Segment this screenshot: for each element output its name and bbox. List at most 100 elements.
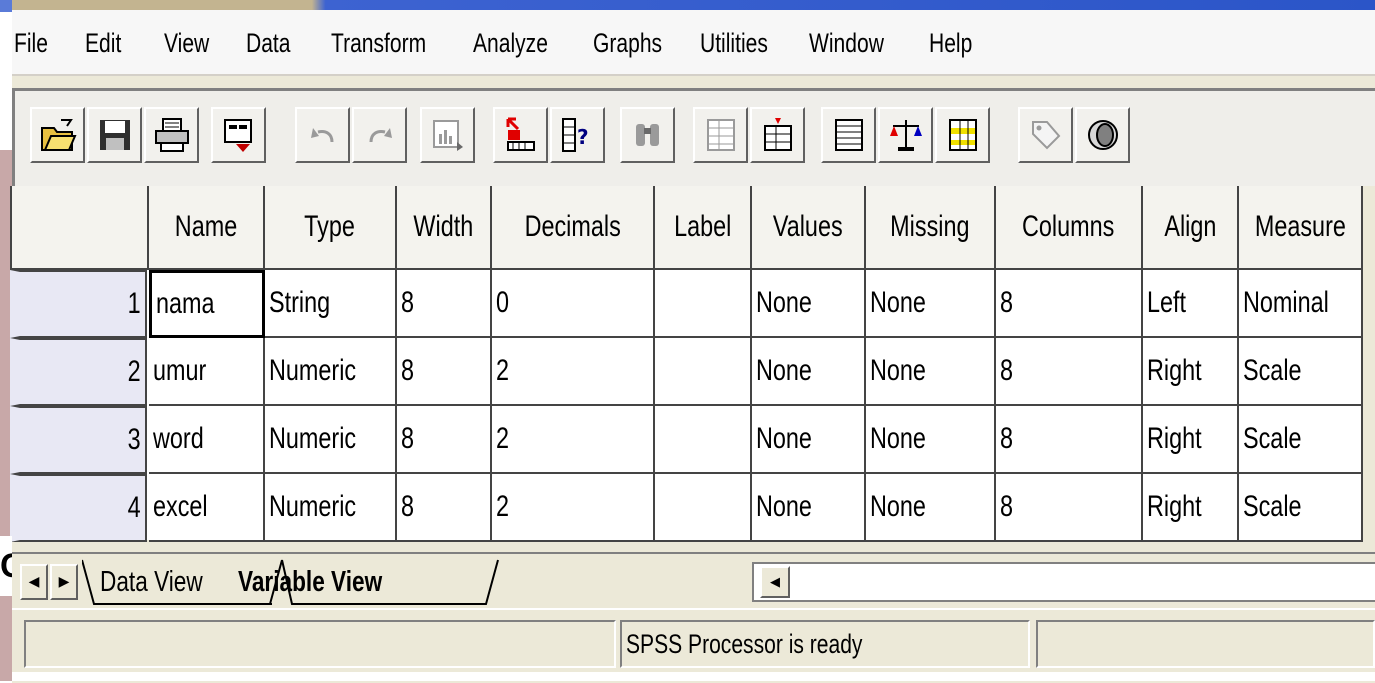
find-button[interactable]	[620, 107, 675, 163]
cell-decimals[interactable]: 0	[492, 270, 655, 338]
cell-missing[interactable]: None	[866, 406, 996, 474]
menu-graphs[interactable]: Graphs	[593, 28, 662, 59]
column-header-missing[interactable]: Missing	[866, 186, 996, 270]
column-header-measure[interactable]: Measure	[1239, 186, 1363, 270]
cell-width[interactable]: 8	[397, 338, 492, 406]
tab-data-view[interactable]: Data View	[100, 558, 232, 606]
cell-measure[interactable]: Scale	[1239, 474, 1363, 542]
column-header-values[interactable]: Values	[752, 186, 866, 270]
column-header-decimals[interactable]: Decimals	[492, 186, 655, 270]
cell-label[interactable]	[655, 406, 752, 474]
save-button[interactable]	[87, 107, 142, 163]
cell-missing[interactable]: None	[866, 270, 996, 338]
tab-variable-view[interactable]: Variable View	[238, 558, 423, 606]
cell-label[interactable]	[655, 270, 752, 338]
select-cases-button[interactable]	[935, 107, 990, 163]
cell-align[interactable]: Right	[1143, 474, 1239, 542]
cell-value: Right	[1147, 490, 1202, 523]
cell-align[interactable]: Right	[1143, 406, 1239, 474]
triangle-left-icon: ◀	[28, 574, 40, 590]
menu-window[interactable]: Window	[809, 28, 884, 59]
print-button[interactable]	[144, 107, 199, 163]
cell-decimals[interactable]: 2	[492, 406, 655, 474]
cell-measure[interactable]: Scale	[1239, 338, 1363, 406]
row-number: 4	[127, 491, 141, 524]
menu-data[interactable]: Data	[246, 28, 290, 59]
undo-button[interactable]	[295, 107, 350, 163]
cell-type[interactable]: Numeric	[265, 406, 397, 474]
weight-cases-button[interactable]	[878, 107, 933, 163]
tab-scroll-left-button[interactable]: ◀	[20, 564, 48, 600]
column-header-label: Measure	[1254, 210, 1346, 243]
split-file-icon	[834, 119, 863, 151]
scroll-left-button[interactable]: ◀	[760, 566, 790, 598]
cell-value: nama	[156, 287, 215, 320]
cell-align[interactable]: Right	[1143, 338, 1239, 406]
cell-width[interactable]: 8	[397, 474, 492, 542]
menu-file[interactable]: File	[14, 28, 48, 59]
horizontal-scrollbar[interactable]: ◀	[752, 562, 1375, 602]
menu-utilities[interactable]: Utilities	[700, 28, 768, 59]
cell-name[interactable]: nama	[149, 270, 265, 338]
row-header[interactable]: 2	[10, 338, 147, 406]
cell-missing[interactable]: None	[866, 474, 996, 542]
cell-value: Numeric	[269, 354, 357, 387]
cell-measure[interactable]: Nominal	[1239, 270, 1363, 338]
value-labels-button[interactable]	[1018, 107, 1073, 163]
insert-case-button[interactable]	[693, 107, 748, 163]
cell-name[interactable]: umur	[149, 338, 265, 406]
cell-values[interactable]: None	[752, 270, 866, 338]
cell-type[interactable]: Numeric	[265, 474, 397, 542]
column-header-type[interactable]: Type	[265, 186, 397, 270]
insert-variable-button[interactable]	[750, 107, 805, 163]
column-header-name[interactable]: Name	[149, 186, 265, 270]
cell-decimals[interactable]: 2	[492, 338, 655, 406]
column-header-width[interactable]: Width	[397, 186, 492, 270]
goto-chart-button[interactable]	[420, 107, 475, 163]
use-sets-icon	[1087, 120, 1118, 150]
cell-type[interactable]: String	[265, 270, 397, 338]
cell-values[interactable]: None	[752, 474, 866, 542]
cell-label[interactable]	[655, 338, 752, 406]
cell-measure[interactable]: Scale	[1239, 406, 1363, 474]
menu-help[interactable]: Help	[929, 28, 972, 59]
cell-decimals[interactable]: 2	[492, 474, 655, 542]
cell-type[interactable]: Numeric	[265, 338, 397, 406]
cell-columns[interactable]: 8	[996, 338, 1143, 406]
cell-missing[interactable]: None	[866, 338, 996, 406]
column-header-label: Label	[673, 210, 732, 243]
column-header-label[interactable]: Label	[655, 186, 752, 270]
open-button[interactable]	[30, 107, 85, 163]
cell-width[interactable]: 8	[397, 270, 492, 338]
cell-columns[interactable]: 8	[996, 270, 1143, 338]
row-header[interactable]: 1	[10, 270, 147, 338]
menu-view[interactable]: View	[164, 28, 209, 59]
cell-values[interactable]: None	[752, 406, 866, 474]
split-file-button[interactable]	[821, 107, 876, 163]
row-header[interactable]: 3	[10, 406, 147, 474]
save-disk-icon	[99, 120, 130, 150]
column-header-columns[interactable]: Columns	[996, 186, 1143, 270]
cell-label[interactable]	[655, 474, 752, 542]
cell-name[interactable]: word	[149, 406, 265, 474]
cell-values[interactable]: None	[752, 338, 866, 406]
tab-scroll-right-button[interactable]: ▶	[50, 564, 78, 600]
cell-columns[interactable]: 8	[996, 474, 1143, 542]
dialog-recall-button[interactable]	[211, 107, 266, 163]
triangle-right-icon: ▶	[58, 574, 70, 590]
menu-edit[interactable]: Edit	[85, 28, 121, 59]
cell-width[interactable]: 8	[397, 406, 492, 474]
menu-transform[interactable]: Transform	[331, 28, 426, 59]
goto-case-button[interactable]	[493, 107, 548, 163]
menu-analyze[interactable]: Analyze	[473, 28, 548, 59]
column-header-align[interactable]: Align	[1143, 186, 1239, 270]
row-header[interactable]: 4	[10, 474, 147, 542]
grid-corner[interactable]	[10, 186, 149, 270]
variables-button[interactable]: ?	[550, 107, 605, 163]
redo-button[interactable]	[352, 107, 407, 163]
find-binoculars-icon	[635, 124, 659, 146]
cell-columns[interactable]: 8	[996, 406, 1143, 474]
cell-align[interactable]: Left	[1143, 270, 1239, 338]
cell-name[interactable]: excel	[149, 474, 265, 542]
use-sets-button[interactable]	[1075, 107, 1130, 163]
